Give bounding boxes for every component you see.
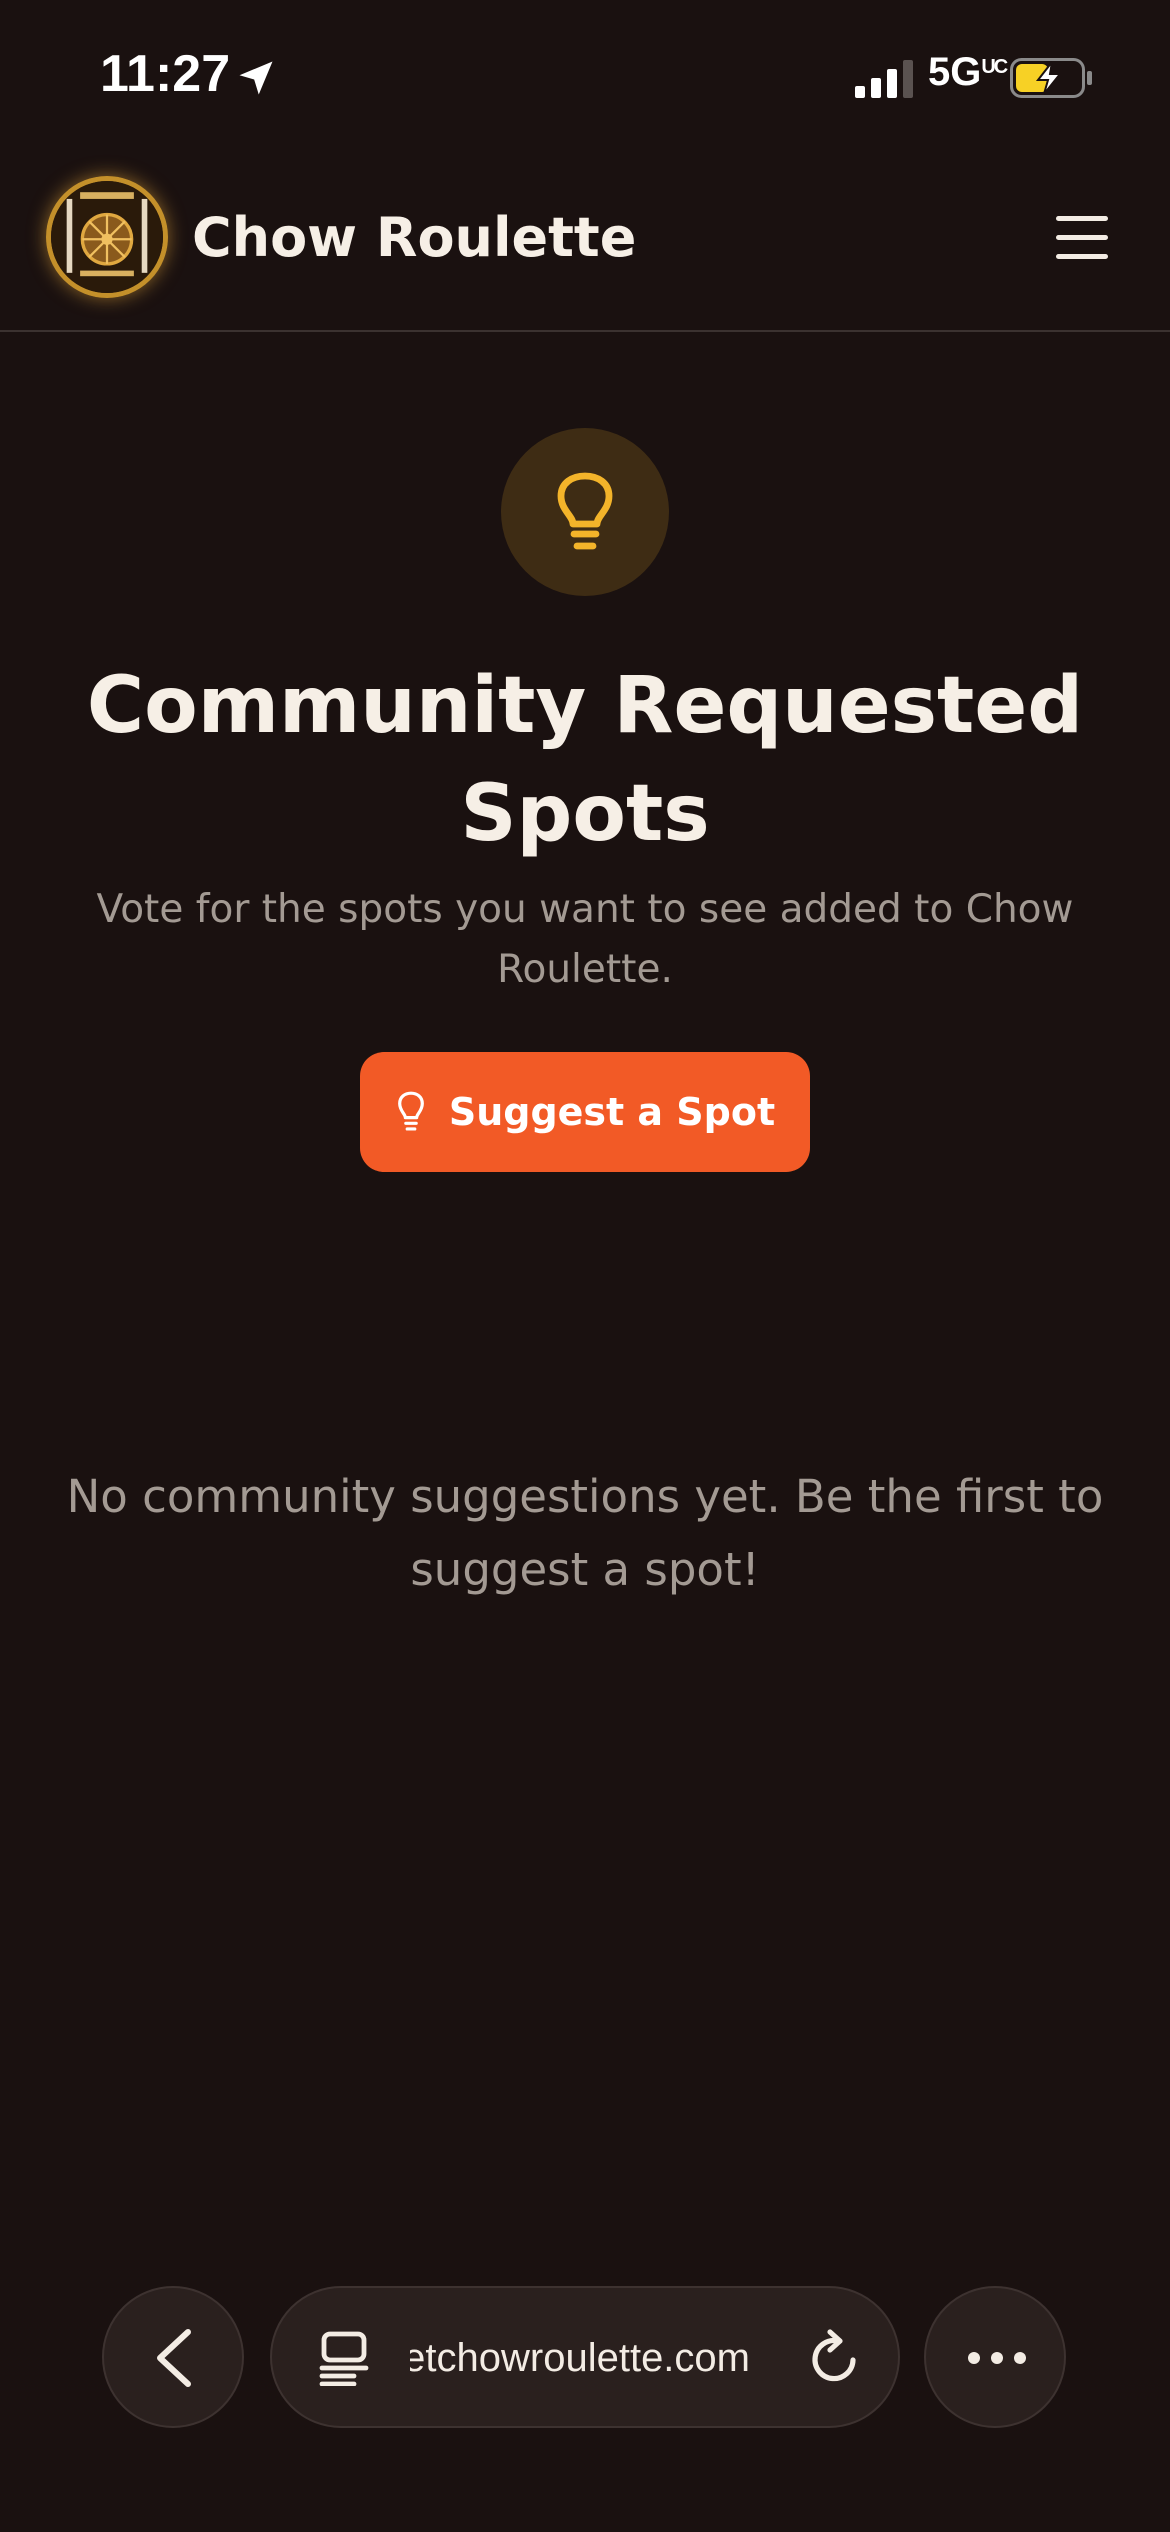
empty-state-message: No community suggestions yet. Be the fir… (66, 1470, 1104, 1596)
suggest-spot-label: Suggest a Spot (448, 1090, 776, 1134)
hamburger-menu-icon[interactable] (1052, 212, 1112, 264)
lightbulb-icon (397, 1091, 424, 1131)
lightbulb-icon (557, 472, 613, 550)
app-logo[interactable] (46, 176, 168, 298)
status-time: 11:27 (100, 45, 231, 103)
menu-line (1056, 216, 1108, 221)
spin-the-wheel-logo-icon (51, 181, 163, 293)
battery-charging-icon (1010, 58, 1092, 98)
page-title-line1: Community Requested (86, 661, 1084, 751)
brand-name[interactable]: Chow Roulette (192, 206, 636, 269)
idea-badge (501, 428, 669, 596)
location-arrow-icon (239, 61, 273, 95)
status-bar: 11:27 5GUC (0, 0, 1170, 150)
suggest-spot-button[interactable]: Suggest a Spot (360, 1052, 810, 1172)
menu-line (1056, 254, 1108, 259)
network-type: 5GUC (928, 50, 1008, 94)
address-bar[interactable]: getchowroulette.com (270, 2286, 900, 2428)
reload-icon[interactable] (808, 2328, 862, 2386)
more-options-button[interactable] (924, 2286, 1066, 2428)
page-title-line2: Spots (460, 769, 710, 859)
menu-line (1056, 235, 1108, 240)
more-dots-icon (968, 2352, 1026, 2364)
url-text[interactable]: getchowroulette.com (410, 2330, 750, 2386)
signal-bars-icon (855, 60, 913, 98)
tabs-icon[interactable] (318, 2330, 370, 2386)
page-title: Community Requested Spots (60, 652, 1110, 868)
back-button[interactable] (102, 2286, 244, 2428)
page-subtitle: Vote for the spots you want to see added… (96, 887, 1074, 992)
back-chevron-icon (157, 2329, 191, 2387)
app-header: Chow Roulette (0, 150, 1170, 332)
